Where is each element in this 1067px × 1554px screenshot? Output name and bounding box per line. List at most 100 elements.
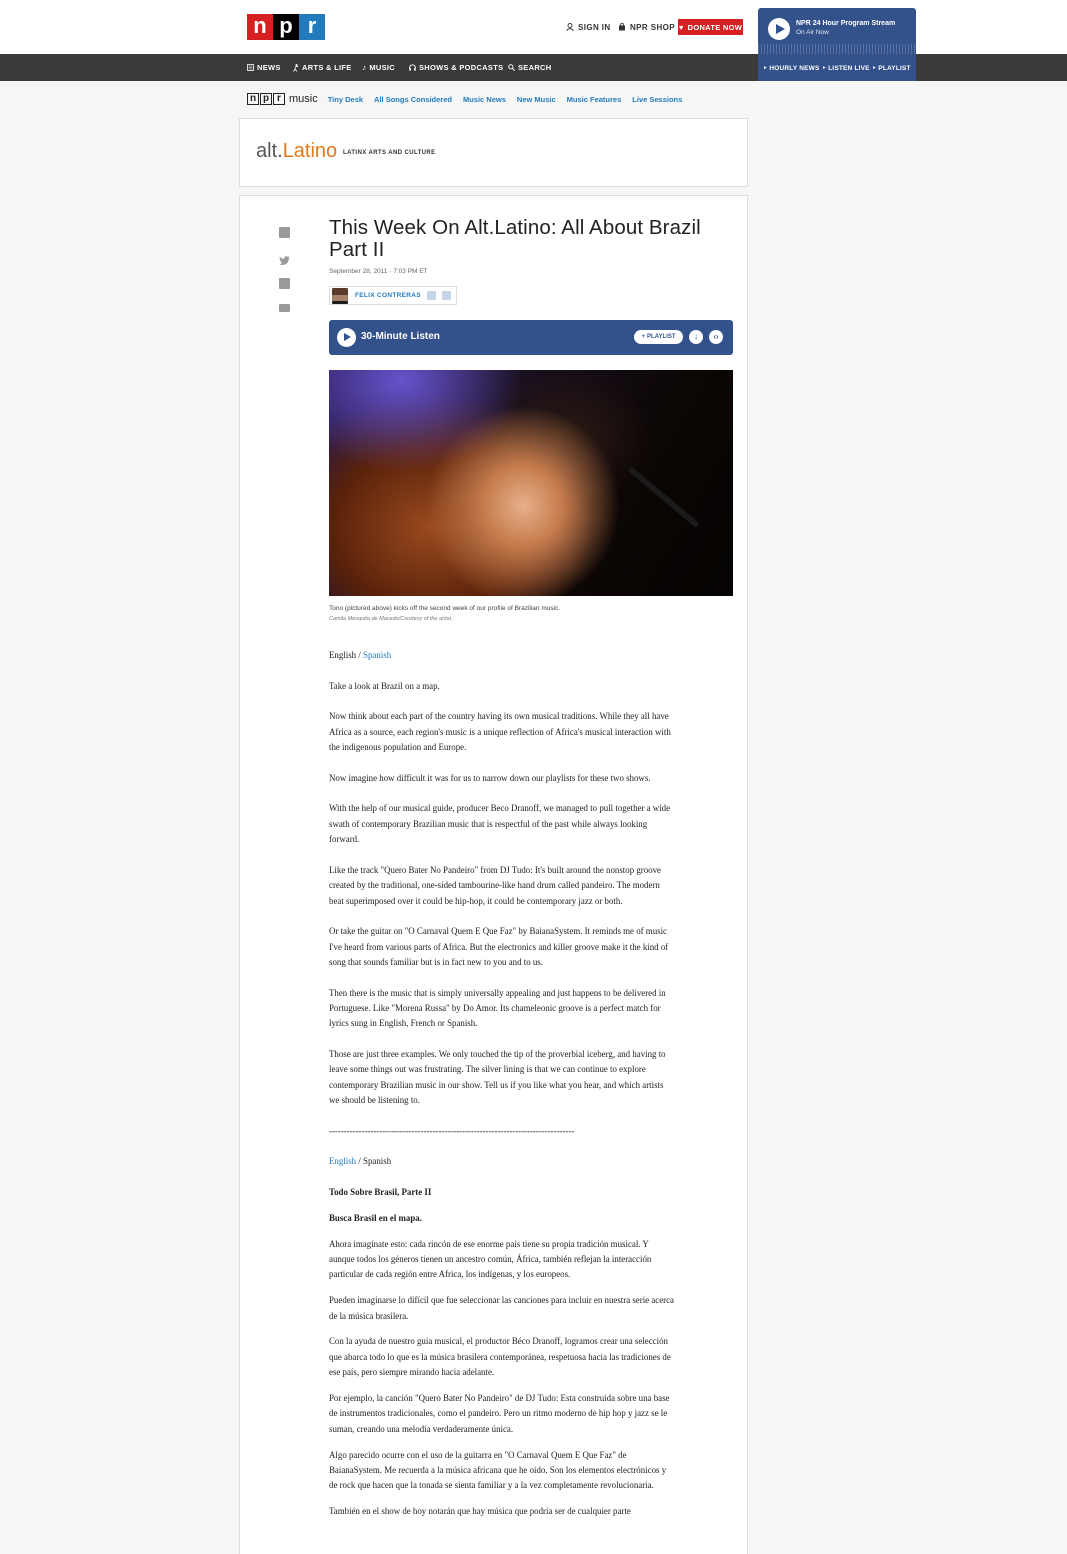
lang-spanish-link[interactable]: Spanish: [363, 650, 391, 660]
nav-search[interactable]: SEARCH: [508, 63, 551, 72]
hourly-news-label: HOURLY NEWS: [769, 64, 820, 72]
logo-letter-r: r: [299, 14, 325, 40]
byline: FELIX CONTRERAS: [329, 286, 457, 305]
blog-tagline: LATINX ARTS AND CULTURE: [343, 150, 436, 156]
nav-news-label: NEWS: [257, 63, 281, 72]
article-date: September 28, 2011 · 7:03 PM ET: [329, 268, 428, 275]
player-links: ‣ HOURLY NEWS ‣ LISTEN LIVE ‣ PLAYLIST: [758, 54, 916, 81]
paragraph: Or take the guitar on "O Carnaval Quem E…: [329, 926, 669, 967]
article-body: English / Spanish Take a look at Brazil …: [329, 648, 675, 1530]
photo-credit: Camila Mesquita de Macedo/Courtesy of th…: [329, 616, 453, 622]
shopping-bag-icon: [619, 23, 625, 31]
waveform: [758, 44, 916, 54]
subnav-music-features[interactable]: Music Features: [567, 95, 622, 104]
listen-live-link[interactable]: ‣ LISTEN LIVE: [822, 64, 870, 72]
brand-letter-n: n: [247, 93, 259, 105]
search-icon: [508, 64, 515, 71]
article: This Week On Alt.Latino: All About Brazi…: [239, 195, 748, 1554]
subnav-tiny-desk[interactable]: Tiny Desk: [328, 95, 363, 104]
paragraph: With the help of our musical guide, prod…: [329, 803, 671, 845]
music-subnav: n p r music Tiny Desk All Songs Consider…: [247, 91, 693, 107]
audio-play-button[interactable]: [337, 328, 356, 347]
brand-letter-p: p: [260, 93, 272, 105]
paragraph: Now imagine how difficult it was for us …: [329, 772, 651, 783]
paragraph: También en el show de hoy notarán que ha…: [329, 1506, 631, 1517]
article-title: This Week On Alt.Latino: All About Brazi…: [329, 216, 701, 261]
paragraph: Like the track "Quero Bater No Pandeiro"…: [329, 864, 661, 906]
paragraph: Ahora imagínate esto: cada rincón de ese…: [329, 1238, 652, 1280]
npr-logo[interactable]: n p r: [247, 14, 325, 40]
sign-in-link[interactable]: SIGN IN: [566, 19, 611, 35]
facebook-share-icon[interactable]: [279, 227, 290, 238]
nav-music-label: MUSIC: [369, 63, 395, 72]
nav-search-label: SEARCH: [518, 63, 552, 72]
stream-subtitle: On Air Now: [796, 29, 829, 36]
email-share-icon[interactable]: [279, 304, 290, 312]
subnav-all-songs-considered[interactable]: All Songs Considered: [374, 95, 452, 104]
paragraph: Por ejemplo, la canción "Quero Bater No …: [329, 1392, 670, 1434]
article-photo: [329, 370, 733, 596]
divider-text: ----------------------------------------…: [329, 1125, 574, 1136]
brand-word: music: [289, 93, 318, 105]
lang-spanish-2: Spanish: [363, 1156, 392, 1167]
lang-separator-1: /: [356, 650, 364, 660]
lang-english-link[interactable]: English: [329, 1156, 356, 1166]
download-icon[interactable]: ↓: [689, 330, 703, 344]
author-twitter-icon[interactable]: [441, 291, 451, 300]
live-stream-player: NPR 24 Hour Program Stream On Air Now: [758, 8, 916, 54]
blog-name-prefix: alt.: [256, 140, 283, 162]
subnav-live-sessions[interactable]: Live Sessions: [632, 95, 682, 104]
nav-shows-label: SHOWS & PODCASTS: [419, 63, 504, 72]
language-switch-2: English / Spanish: [329, 1154, 675, 1169]
newspaper-icon: [247, 64, 254, 71]
npr-shop-link[interactable]: NPR SHOP: [618, 19, 675, 35]
paragraph: Algo parecido ocurre con el uso de la gu…: [329, 1449, 667, 1491]
subnav-new-music[interactable]: New Music: [517, 95, 556, 104]
author-name[interactable]: FELIX CONTRERAS: [355, 292, 421, 299]
microphone-shape: [627, 465, 700, 529]
spanish-title: Todo Sobre Brasil, Parte II: [329, 1187, 432, 1198]
flipboard-share-icon[interactable]: [279, 278, 290, 289]
lang-separator-2: /: [356, 1156, 364, 1167]
author-facebook-icon[interactable]: [426, 291, 436, 300]
nav-music[interactable]: ♪ MUSIC: [362, 63, 395, 72]
donate-button[interactable]: ♥ DONATE NOW: [678, 19, 743, 35]
subnav-music-news[interactable]: Music News: [463, 95, 506, 104]
nav-arts-life[interactable]: ARTS & LIFE: [293, 63, 352, 72]
audio-label: 30-Minute Listen: [361, 331, 440, 342]
hourly-news-link[interactable]: ‣ HOURLY NEWS: [763, 64, 819, 72]
brand-letter-r: r: [273, 93, 285, 105]
nav-shows-podcasts[interactable]: SHOWS & PODCASTS: [409, 63, 503, 72]
paragraph: Pueden imaginarse lo difícil que fue sel…: [329, 1295, 674, 1321]
dancer-icon: [293, 63, 299, 72]
playlist-label: PLAYLIST: [878, 64, 911, 72]
twitter-share-icon[interactable]: [279, 253, 290, 265]
paragraph: Take a look at Brazil on a map.: [329, 680, 440, 691]
paragraph: Now think about each part of the country…: [329, 711, 671, 753]
stream-title: NPR 24 Hour Program Stream: [796, 20, 896, 27]
spanish-section: Todo Sobre Brasil, Parte II Busca Brasil…: [329, 1185, 675, 1519]
plus-icon: +: [641, 334, 646, 340]
donate-label: DONATE NOW: [687, 22, 743, 32]
npr-music-logo[interactable]: n p r music: [247, 93, 318, 105]
sign-in-label: SIGN IN: [578, 22, 611, 32]
nav-news[interactable]: NEWS: [247, 63, 281, 72]
logo-letter-p: p: [273, 14, 299, 40]
add-to-playlist-button[interactable]: + PLAYLIST: [634, 330, 683, 344]
logo-letter-n: n: [247, 14, 273, 40]
language-switch-1: English / Spanish: [329, 648, 675, 663]
embed-icon[interactable]: ‹›: [709, 330, 723, 344]
audio-player: 30-Minute Listen + PLAYLIST ↓ ‹›: [329, 320, 733, 355]
lang-english-1: English: [329, 650, 357, 660]
playlist-link[interactable]: ‣ PLAYLIST: [872, 64, 910, 72]
paragraph: Con la ayuda de nuestro guía musical, el…: [329, 1336, 671, 1378]
author-avatar[interactable]: [332, 287, 348, 304]
alt-latino-logo[interactable]: alt.Latino: [256, 140, 337, 163]
blog-name-suffix: Latino: [282, 140, 338, 162]
user-icon: [566, 23, 574, 31]
headphones-icon: [409, 64, 416, 71]
heart-icon: ♥: [678, 22, 684, 32]
playlist-button-label: PLAYLIST: [647, 334, 676, 340]
stream-play-icon[interactable]: [768, 18, 790, 40]
shop-label: NPR SHOP: [630, 22, 675, 32]
